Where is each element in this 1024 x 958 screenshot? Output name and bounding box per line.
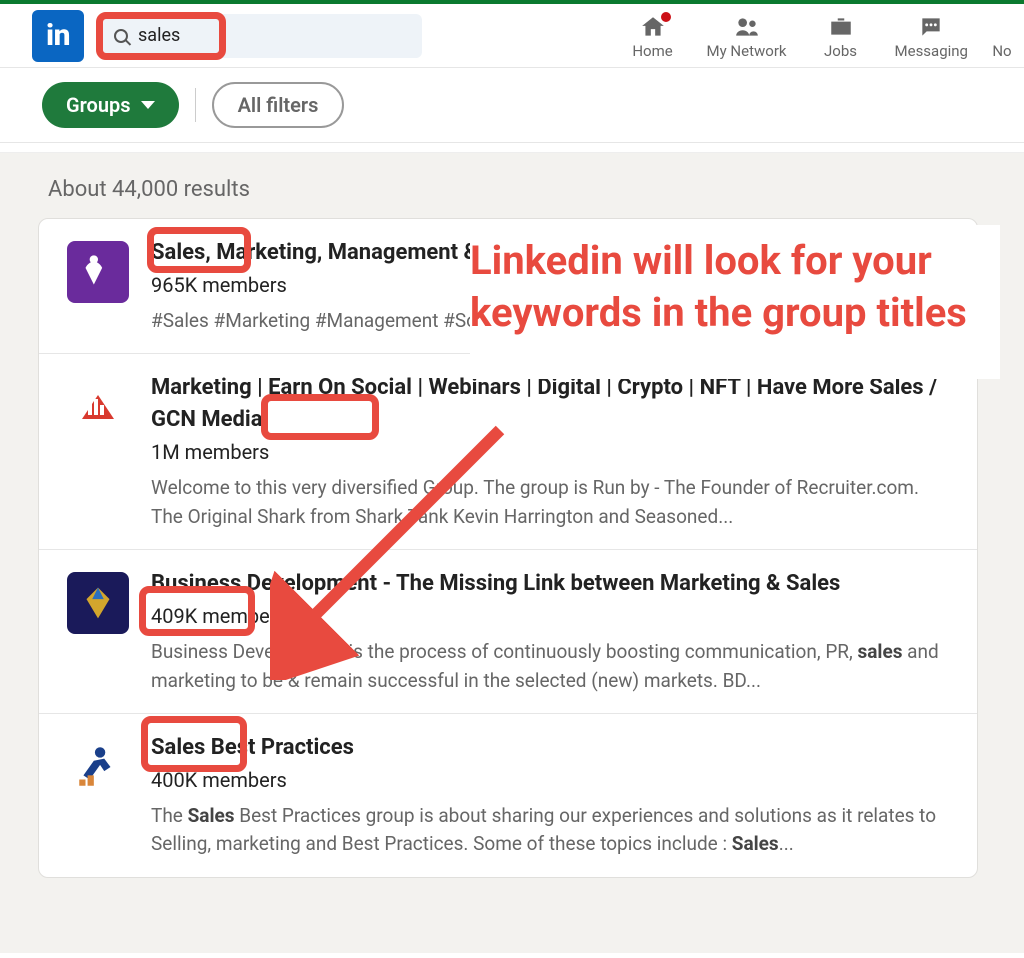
nav-notifications-cut[interactable]: No: [992, 12, 1012, 60]
filter-bar: Groups All filters: [0, 68, 1024, 143]
top-nav-bar: in sales Home My Network Jobs: [0, 4, 1024, 68]
filter-label: Groups: [66, 93, 131, 117]
nav-messaging[interactable]: Messaging: [895, 12, 968, 60]
filter-label: All filters: [238, 93, 319, 117]
messaging-icon: [918, 14, 944, 40]
group-avatar: [67, 376, 129, 438]
group-members: 409K members: [151, 604, 953, 628]
group-avatar: [67, 736, 129, 798]
search-icon: [114, 29, 128, 43]
group-result-row[interactable]: Marketing | Earn On Social | Webinars | …: [39, 354, 977, 550]
nav-label: No: [992, 42, 1011, 60]
search-input[interactable]: sales: [102, 14, 422, 58]
nav-label: My Network: [707, 42, 787, 60]
group-description: Welcome to this very diversified Group. …: [151, 474, 953, 531]
group-members: 1M members: [151, 440, 953, 464]
group-result-row[interactable]: Business Development - The Missing Link …: [39, 550, 977, 714]
nav-jobs[interactable]: Jobs: [811, 12, 871, 60]
all-filters-button[interactable]: All filters: [212, 82, 345, 128]
nav-label: Home: [632, 42, 672, 60]
people-icon: [733, 14, 761, 40]
group-avatar: [67, 572, 129, 634]
linkedin-logo[interactable]: in: [32, 10, 84, 62]
group-title[interactable]: Sales Best Practices: [151, 732, 953, 764]
nav-label: Jobs: [824, 42, 857, 60]
group-description: Business Development is the process of c…: [151, 638, 953, 695]
annotation-text: Linkedin will look for your keywords in …: [470, 225, 1000, 379]
group-result-row[interactable]: Sales Best Practices 400K members The Sa…: [39, 714, 977, 877]
group-description: The Sales Best Practices group is about …: [151, 802, 953, 859]
separator: [195, 88, 196, 122]
chevron-down-icon: [141, 101, 155, 109]
search-value: sales: [138, 25, 180, 46]
nav-network[interactable]: My Network: [707, 12, 787, 60]
filter-groups-button[interactable]: Groups: [42, 82, 179, 128]
notification-badge: [659, 10, 673, 24]
results-count: About 44,000 results: [38, 161, 1024, 218]
nav-home[interactable]: Home: [623, 12, 683, 60]
group-members: 400K members: [151, 768, 953, 792]
group-title[interactable]: Business Development - The Missing Link …: [151, 568, 953, 600]
group-title[interactable]: Marketing | Earn On Social | Webinars | …: [151, 372, 953, 436]
nav-label: Messaging: [895, 42, 968, 60]
group-avatar: [67, 241, 129, 303]
briefcase-icon: [828, 14, 854, 40]
